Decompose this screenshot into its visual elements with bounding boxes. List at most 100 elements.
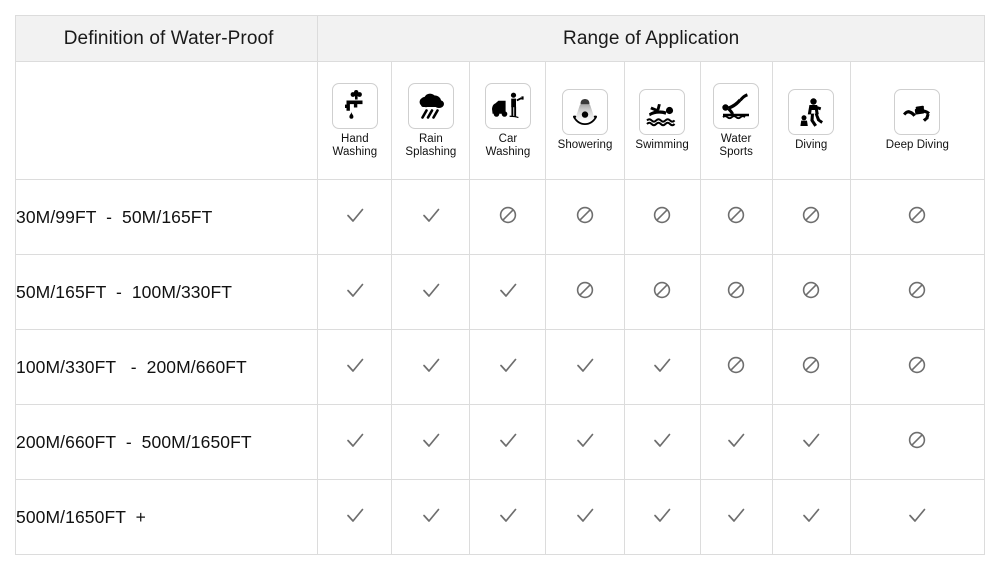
cell-swimming	[623, 329, 701, 405]
column-label-diving: Diving	[795, 139, 828, 152]
check-mark-icon	[574, 429, 596, 451]
prohibited-icon	[575, 205, 595, 225]
swimmer-icon	[639, 89, 686, 136]
cell-hand-washing	[317, 329, 393, 405]
water-resistance-table: Definition of Water-Proof Range of Appli…	[14, 15, 986, 555]
check-mark-icon	[651, 354, 673, 376]
column-label-swimming: Swimming	[635, 139, 689, 152]
cell-diving	[771, 404, 851, 480]
check-mark-icon	[497, 429, 519, 451]
scuba-diver-icon	[788, 89, 835, 136]
prohibited-icon	[652, 205, 672, 225]
range-of-application-title-cell: Range of Application	[317, 15, 985, 62]
check-mark-icon	[420, 354, 442, 376]
table-row: 100M/330FT - 200M/660FT	[14, 329, 986, 405]
cell-hand-washing	[317, 179, 393, 255]
cell-hand-washing	[317, 254, 393, 330]
check-mark-icon	[344, 279, 366, 301]
prohibited-icon	[652, 280, 672, 300]
check-mark-icon	[651, 504, 673, 526]
check-mark-icon	[420, 504, 442, 526]
column-header-deep-diving: Deep Diving	[849, 61, 986, 180]
icon-header-row: Hand Washing Rain Splashing Car Washing …	[14, 61, 986, 180]
prohibited-icon	[907, 280, 927, 300]
check-mark-icon	[420, 279, 442, 301]
faucet-hand-washing-icon	[331, 83, 378, 129]
cell-rain-splashing	[391, 329, 471, 405]
cell-car-washing	[469, 404, 547, 480]
column-header-showering: Showering	[545, 61, 625, 180]
check-mark-icon	[344, 204, 366, 226]
table-row: 30M/99FT - 50M/165FT	[14, 179, 986, 255]
check-mark-icon	[344, 504, 366, 526]
table-row: 200M/660FT - 500M/1650FT	[14, 404, 986, 480]
cell-deep-diving	[849, 179, 986, 255]
cell-showering	[545, 179, 625, 255]
cell-swimming	[623, 254, 701, 330]
check-mark-icon	[725, 429, 747, 451]
prohibited-icon	[801, 205, 821, 225]
definition-title-cell: Definition of Water-Proof	[14, 15, 319, 62]
water-resistance-table-wrapper: Definition of Water-Proof Range of Appli…	[14, 15, 986, 555]
cell-deep-diving	[849, 404, 986, 480]
cell-car-washing	[469, 179, 547, 255]
range-label: 50M/165FT - 100M/330FT	[14, 254, 319, 330]
prohibited-icon	[498, 205, 518, 225]
column-label-showering: Showering	[557, 139, 613, 152]
check-mark-icon	[800, 504, 822, 526]
column-label-water-sports: Water Sports	[719, 133, 753, 158]
check-mark-icon	[497, 279, 519, 301]
check-mark-icon	[574, 504, 596, 526]
prohibited-icon	[907, 205, 927, 225]
cell-car-washing	[469, 479, 547, 555]
cell-water-sports	[699, 329, 773, 405]
check-mark-icon	[497, 504, 519, 526]
table-row: 500M/1650FT +	[14, 479, 986, 555]
cell-showering	[545, 479, 625, 555]
column-header-rain-splashing: Rain Splashing	[391, 61, 471, 180]
cell-car-washing	[469, 254, 547, 330]
table-row: 50M/165FT - 100M/330FT	[14, 254, 986, 330]
cell-showering	[545, 254, 625, 330]
prohibited-icon	[726, 280, 746, 300]
cell-swimming	[623, 179, 701, 255]
cell-deep-diving	[849, 254, 986, 330]
column-header-hand-washing: Hand Washing	[317, 61, 393, 180]
check-mark-icon	[420, 204, 442, 226]
cell-car-washing	[469, 329, 547, 405]
cell-showering	[545, 329, 625, 405]
deep-diving-icon	[894, 89, 941, 136]
cell-rain-splashing	[391, 254, 471, 330]
prohibited-icon	[907, 430, 927, 450]
cell-diving	[771, 254, 851, 330]
cell-hand-washing	[317, 479, 393, 555]
shower-head-icon	[562, 89, 609, 136]
cell-hand-washing	[317, 404, 393, 480]
cell-rain-splashing	[391, 404, 471, 480]
check-mark-icon	[906, 504, 928, 526]
prohibited-icon	[726, 205, 746, 225]
check-mark-icon	[420, 429, 442, 451]
cell-swimming	[623, 404, 701, 480]
rain-cloud-icon	[407, 83, 454, 129]
check-mark-icon	[574, 354, 596, 376]
prohibited-icon	[726, 355, 746, 375]
column-label-rain-splashing: Rain Splashing	[405, 133, 457, 158]
column-label-hand-washing: Hand Washing	[332, 133, 378, 158]
range-label: 200M/660FT - 500M/1650FT	[14, 404, 319, 480]
check-mark-icon	[344, 429, 366, 451]
range-label: 500M/1650FT +	[14, 479, 319, 555]
column-label-car-washing: Car Washing	[485, 133, 531, 158]
check-mark-icon	[800, 429, 822, 451]
column-label-deep-diving: Deep Diving	[885, 139, 949, 152]
prohibited-icon	[801, 280, 821, 300]
column-header-car-washing: Car Washing	[469, 61, 547, 180]
cell-water-sports	[699, 479, 773, 555]
check-mark-icon	[651, 429, 673, 451]
empty-corner-cell	[14, 61, 319, 180]
check-mark-icon	[725, 504, 747, 526]
cell-rain-splashing	[391, 479, 471, 555]
column-header-water-sports: Water Sports	[699, 61, 773, 180]
range-label: 100M/330FT - 200M/660FT	[14, 329, 319, 405]
prohibited-icon	[907, 355, 927, 375]
